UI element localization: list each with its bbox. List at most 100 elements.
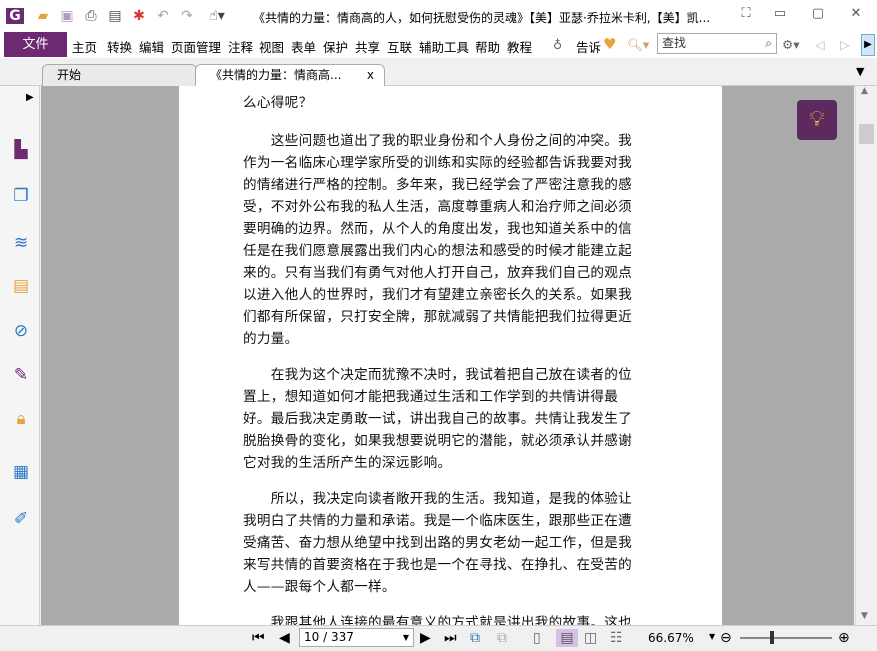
bookmarks-icon[interactable]: ❐	[10, 185, 32, 207]
tab-label: 开始	[57, 68, 82, 82]
tab-label: 《共情的力量：情商高...	[210, 68, 342, 82]
text-line: 好。最后我决定勇敢一试，讲出我自己的故事。共情让我发生了	[243, 411, 633, 427]
menu-tutorial[interactable]: 教程	[507, 37, 532, 56]
last-page-icon[interactable]: ⏭	[444, 629, 457, 647]
tab-close-icon[interactable]: x	[367, 65, 374, 86]
print-icon[interactable]: ⎙	[82, 8, 100, 24]
text-line: 我跟其他人连接的最有意义的方式就是讲出我的故事。这也	[243, 615, 633, 625]
tell-me[interactable]: 告诉	[576, 37, 601, 56]
menu-protect[interactable]: 保护	[323, 37, 348, 56]
single-page-icon[interactable]: ▯	[533, 629, 541, 647]
zoom-slider-handle[interactable]	[770, 631, 774, 644]
text-line: 人——跟每个人都一样。	[243, 579, 396, 595]
text-line: 所以，我决定向读者敞开我的生活。我知道，是我的体验让	[243, 491, 633, 507]
text-line: 来写共情的首要资格在于我也是一个在寻找、在挣扎、在受苦的	[243, 557, 633, 573]
zoom-dropdown-icon[interactable]: ▼	[709, 632, 715, 641]
zoom-slider[interactable]	[740, 637, 832, 639]
next-view-icon[interactable]: ⧉	[497, 629, 507, 647]
document-viewer[interactable]: 么心得呢？ 这些问题也道出了我的职业身份和个人身份之间的冲突。我 作为一名临床心…	[41, 86, 854, 625]
menu-accessibility[interactable]: 辅助工具	[419, 37, 469, 56]
pdf-page: 么心得呢？ 这些问题也道出了我的职业身份和个人身份之间的冲突。我 作为一名临床心…	[179, 86, 722, 625]
signature-icon[interactable]: ✎	[10, 364, 32, 386]
settings-gear-icon[interactable]: ⚙▾	[782, 37, 799, 52]
open-folder-icon[interactable]: ▰	[34, 8, 52, 24]
zoom-level[interactable]: 66.67%	[648, 631, 694, 645]
tab-start[interactable]: 开始	[42, 64, 197, 86]
fullscreen-icon[interactable]: ⛶	[736, 6, 756, 24]
file-menu-button[interactable]: 文件	[4, 32, 67, 57]
menu-help[interactable]: 帮助	[475, 37, 500, 56]
page-number-input[interactable]: 10 / 337 ▼	[299, 628, 414, 647]
page-thumbnails-icon[interactable]: ▙	[10, 139, 32, 161]
zoom-in-icon[interactable]: ⊕	[838, 629, 850, 647]
facing-page-icon[interactable]: ◫	[584, 629, 597, 647]
tips-lightbulb-button[interactable]: 💡︎	[797, 100, 837, 140]
expand-panel-icon[interactable]: ▶	[26, 92, 34, 103]
search-placeholder: 查找	[662, 36, 687, 50]
menu-share[interactable]: 共享	[355, 37, 380, 56]
page-number-value: 10 / 337	[304, 630, 354, 644]
scroll-down-icon[interactable]: ▼	[861, 611, 868, 621]
form-fields-icon[interactable]: ▦	[10, 461, 32, 483]
new-icon[interactable]: ✱	[130, 8, 148, 24]
maximize-button[interactable]: ▢	[808, 6, 828, 24]
status-bar: ⏮ ◀ 10 / 337 ▼ ▶ ⏭ ⧉ ⧉ ▯ ▤ ◫ ☷ 66.67% ▼ ⊖…	[0, 625, 877, 651]
search-icon[interactable]: ⌕	[765, 34, 772, 53]
search-input[interactable]: 查找 ⌕	[657, 33, 777, 54]
text-line: 它对我的生活所产生的深远影响。	[243, 455, 452, 471]
tab-document[interactable]: 《共情的力量：情商高... x	[195, 64, 385, 87]
minimize-button[interactable]: ▭	[770, 6, 790, 24]
text-line: 的情绪进行严格的控制。多年来，我已经学会了严密注意我的感	[243, 177, 633, 193]
text-line: 这些问题也道出了我的职业身份和个人身份之间的冲突。我	[243, 133, 633, 149]
undo-icon[interactable]: ↶	[154, 8, 172, 24]
previous-view-icon[interactable]: ⧉	[470, 629, 480, 647]
certificate-icon[interactable]: ✐	[10, 508, 32, 530]
text-line: 受，不对外公布我的私人生活，高度尊重病人和治疗师之间必须	[243, 199, 633, 215]
text-line: 们都有所保留，只打安全牌，那就减弱了共情能把我们拉得更近	[243, 309, 633, 325]
text-line: 来的。只有当我们有勇气对他人打开自己，放弃我们自己的观点	[243, 265, 633, 281]
feedback-heart-icon[interactable]: ♥	[603, 35, 616, 53]
menu-home[interactable]: 主页	[72, 37, 97, 56]
properties-icon[interactable]: ▤	[106, 8, 124, 24]
continuous-page-icon[interactable]: ▤	[556, 629, 578, 647]
text-line: 以进入他人的世界时，我们才有望建立亲密长久的关系。如果我	[243, 287, 633, 303]
text-line: 的力量。	[243, 331, 299, 347]
menu-view[interactable]: 视图	[259, 37, 284, 56]
search-folder-icon[interactable]: 🔍︎▾	[627, 37, 649, 53]
hand-tool-icon[interactable]: ☝▾	[202, 8, 232, 24]
navigation-panel: ▶ ▙ ❐ ≋ ▤ ⊘ ✎ 🔒︎ ▦ ✐	[0, 86, 40, 625]
scroll-up-icon[interactable]: ▲	[861, 86, 868, 96]
text-line: 任是在我们愿意展露出我们内心的想法和感受的时候才能建立起	[243, 243, 633, 259]
text-line: 受痛苦、奋力想从绝望中找到出路的男女老幼一起工作，但是我	[243, 535, 633, 551]
menu-convert[interactable]: 转换	[107, 37, 132, 56]
first-page-icon[interactable]: ⏮	[252, 629, 265, 647]
menu-connect[interactable]: 互联	[387, 37, 412, 56]
menu-form[interactable]: 表单	[291, 37, 316, 56]
text-line: 脱胎换骨的变化，如果我想要说明它的潜能，就必须承认并感谢	[243, 433, 633, 449]
tab-bar: 开始 《共情的力量：情商高... x ▼	[0, 58, 877, 87]
comments-icon[interactable]: ▤	[10, 275, 32, 297]
ribbon-next-icon[interactable]: ▷	[840, 37, 850, 52]
close-button[interactable]: ✕	[846, 6, 866, 24]
tab-list-dropdown-icon[interactable]: ▼	[856, 65, 864, 78]
previous-page-icon[interactable]: ◀	[279, 629, 290, 647]
ribbon-expand-button[interactable]: ▶	[861, 34, 875, 56]
zoom-out-icon[interactable]: ⊖	[720, 629, 732, 647]
menu-comment[interactable]: 注释	[228, 37, 253, 56]
next-page-icon[interactable]: ▶	[420, 629, 431, 647]
attachments-icon[interactable]: ⊘	[10, 320, 32, 342]
menu-edit[interactable]: 编辑	[139, 37, 164, 56]
menu-page-management[interactable]: 页面管理	[171, 37, 221, 56]
ribbon-prev-icon[interactable]: ◁	[815, 37, 825, 52]
vertical-scrollbar[interactable]: ▲ ▼	[855, 86, 877, 625]
continuous-facing-icon[interactable]: ☷	[610, 629, 623, 647]
app-logo-icon: G	[6, 8, 24, 24]
redo-icon[interactable]: ↷	[178, 8, 196, 24]
scrollbar-thumb[interactable]	[859, 124, 874, 144]
text-line: 在我为这个决定而犹豫不决时，我试着把自己放在读者的位	[243, 367, 633, 383]
page-dropdown-icon[interactable]: ▼	[403, 629, 409, 646]
layers-icon[interactable]: ≋	[10, 232, 32, 254]
security-lock-icon[interactable]: 🔒︎	[10, 408, 32, 430]
save-icon[interactable]: ▣	[58, 8, 76, 24]
text-line: 我明白了共情的力量和承诺。我是一个临床医生，跟那些正在遭	[243, 513, 633, 529]
